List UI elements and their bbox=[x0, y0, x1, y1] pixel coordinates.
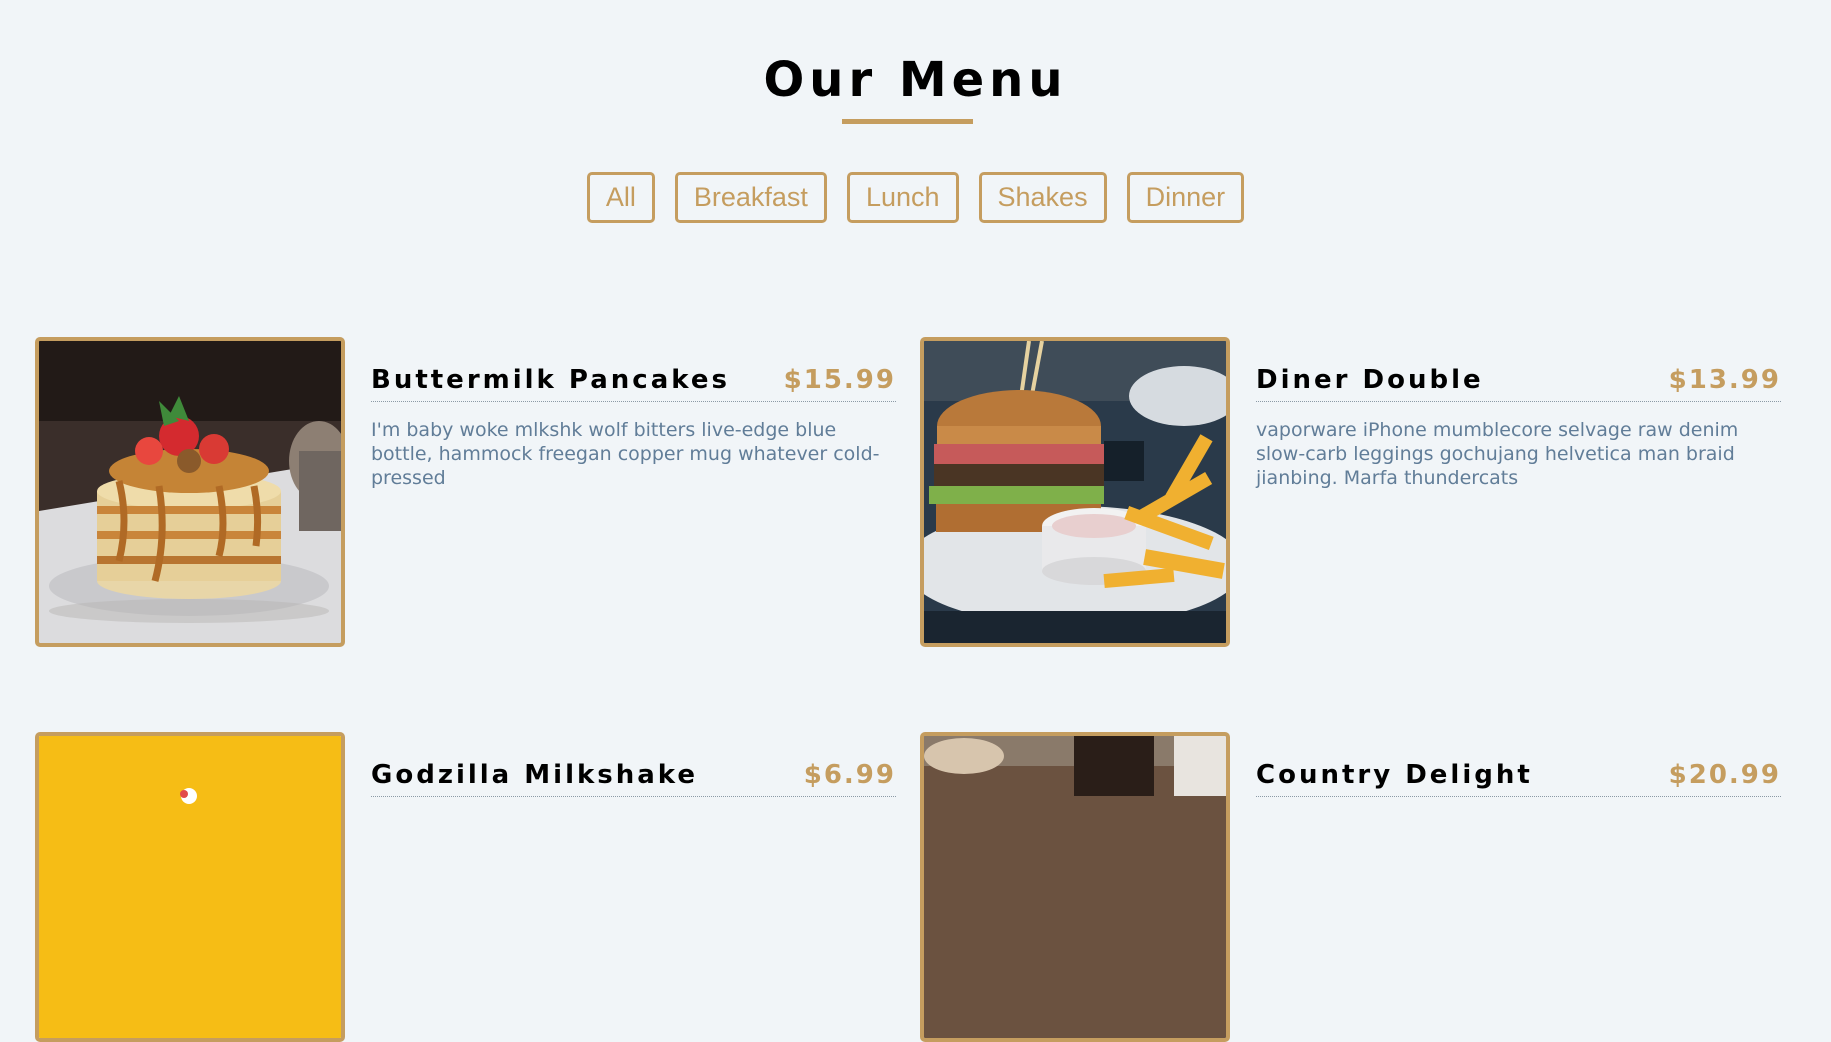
item-header: Godzilla Milkshake $6.99 bbox=[371, 760, 896, 797]
country-delight-photo bbox=[920, 732, 1230, 1042]
milkshake-photo bbox=[35, 732, 345, 1042]
menu-item: Godzilla Milkshake $6.99 bbox=[35, 732, 910, 1042]
item-info: Buttermilk Pancakes $15.99 I'm baby woke… bbox=[371, 365, 896, 490]
page-title: Our Menu bbox=[763, 52, 1068, 108]
burger-photo bbox=[920, 337, 1230, 647]
item-price: $13.99 bbox=[1668, 365, 1781, 395]
item-header: Buttermilk Pancakes $15.99 bbox=[371, 365, 896, 402]
item-price: $20.99 bbox=[1668, 760, 1781, 790]
item-name: Buttermilk Pancakes bbox=[371, 365, 730, 395]
item-info: Country Delight $20.99 bbox=[1256, 760, 1781, 813]
filter-lunch-button[interactable]: Lunch bbox=[846, 172, 959, 223]
item-name: Diner Double bbox=[1256, 365, 1484, 395]
item-price: $15.99 bbox=[783, 365, 896, 395]
filter-dinner-button[interactable]: Dinner bbox=[1126, 172, 1245, 223]
title-underline bbox=[842, 119, 973, 124]
filter-bar: All Breakfast Lunch Shakes Dinner bbox=[0, 172, 1831, 223]
item-info: Diner Double $13.99 vaporware iPhone mum… bbox=[1256, 365, 1781, 490]
pancakes-photo bbox=[35, 337, 345, 647]
item-description: vaporware iPhone mumblecore selvage raw … bbox=[1256, 419, 1739, 489]
menu-item: Diner Double $13.99 vaporware iPhone mum… bbox=[920, 337, 1795, 647]
item-description: I'm baby woke mlkshk wolf bitters live-e… bbox=[371, 419, 880, 489]
item-info: Godzilla Milkshake $6.99 bbox=[371, 760, 896, 813]
item-header: Country Delight $20.99 bbox=[1256, 760, 1781, 797]
filter-breakfast-button[interactable]: Breakfast bbox=[674, 172, 827, 223]
filter-all-button[interactable]: All bbox=[586, 172, 655, 223]
item-price: $6.99 bbox=[803, 760, 896, 790]
filter-shakes-button[interactable]: Shakes bbox=[978, 172, 1107, 223]
item-header: Diner Double $13.99 bbox=[1256, 365, 1781, 402]
item-name: Godzilla Milkshake bbox=[371, 760, 699, 790]
item-name: Country Delight bbox=[1256, 760, 1533, 790]
menu-item: Buttermilk Pancakes $15.99 I'm baby woke… bbox=[35, 337, 910, 647]
menu-item: Country Delight $20.99 bbox=[920, 732, 1795, 1042]
